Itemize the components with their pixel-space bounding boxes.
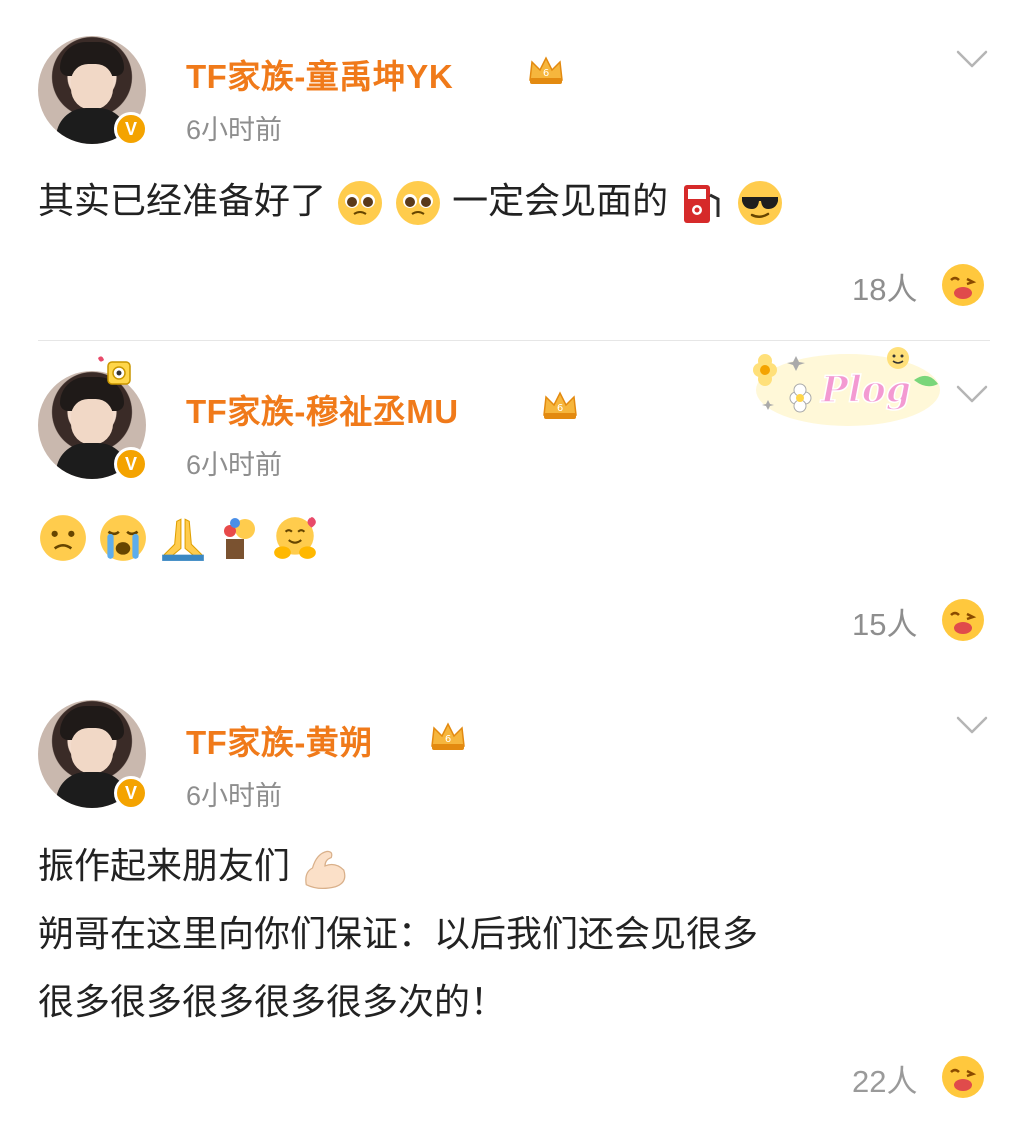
sunglasses-face-emoji-icon — [738, 181, 783, 226]
frowning-face-emoji-icon — [40, 515, 86, 562]
crown-badge-icon: 6 — [543, 391, 577, 419]
like-count: 15人 — [852, 607, 918, 642]
like-emoji-icon[interactable] — [940, 1054, 986, 1100]
comment-text — [38, 505, 320, 567]
comment-item: V TF家族-童禹坤YK 6 6小时前 其实已经准备好了 一定会见面的 18人 — [0, 0, 1024, 340]
chevron-down-icon[interactable] — [956, 716, 988, 736]
crown-badge-icon: 6 — [529, 56, 563, 84]
pleading-face-emoji-icon — [396, 181, 441, 226]
plog-sticker-icon: Plog — [753, 347, 940, 426]
comment-text: 其实已经准备好了 一定会见面的 — [38, 170, 784, 232]
balloon-emoji-icon — [224, 518, 256, 560]
sticker-text: Plog — [820, 369, 911, 411]
comment-line: 一定会见面的 — [452, 180, 669, 221]
timestamp: 6小时前 — [186, 450, 283, 480]
chevron-down-icon[interactable] — [956, 50, 988, 70]
avatar-accessory-icon — [98, 356, 131, 385]
comment-line: 很多很多很多很多很多次的！ — [38, 981, 507, 1022]
like-emoji-icon[interactable] — [940, 597, 986, 643]
username[interactable]: TF家族-穆祉丞MU — [186, 385, 459, 433]
folded-hands-emoji-icon — [162, 518, 204, 562]
comment-line: 振作起来朋友们 — [38, 845, 291, 886]
hugging-face-emoji-icon — [274, 517, 316, 560]
svg-text:6: 6 — [557, 403, 563, 414]
like-count: 18人 — [852, 272, 918, 307]
comment-line: 朔哥在这里向你们保证：以后我们还会见很多 — [38, 913, 759, 954]
flexed-biceps-emoji-icon — [305, 851, 346, 890]
username[interactable]: TF家族-童禹坤YK — [186, 50, 453, 98]
chevron-down-icon[interactable] — [956, 385, 988, 405]
username[interactable]: TF家族-黄朔 — [186, 716, 373, 764]
fuel-pump-emoji-icon — [684, 185, 720, 224]
crying-face-emoji-icon — [100, 515, 146, 562]
comment-item: V TF家族-黄朔 6 6小时前 振作起来朋友们 朔哥在这里向你们保证：以后我们… — [0, 682, 1024, 1122]
crown-badge-icon: 6 — [431, 722, 465, 750]
verified-badge-icon: V — [114, 112, 148, 146]
timestamp: 6小时前 — [186, 115, 283, 145]
like-emoji-icon[interactable] — [940, 262, 986, 308]
svg-text:6: 6 — [543, 68, 549, 79]
comment-text: 振作起来朋友们 朔哥在这里向你们保证：以后我们还会见很多 很多很多很多很多很多次… — [38, 832, 758, 1036]
comment-line: 其实已经准备好了 — [38, 180, 327, 221]
like-count: 22人 — [852, 1064, 918, 1099]
verified-badge-icon: V — [114, 776, 148, 810]
pleading-face-emoji-icon — [338, 181, 383, 226]
timestamp: 6小时前 — [186, 781, 283, 811]
verified-badge-icon: V — [114, 447, 148, 481]
svg-text:6: 6 — [445, 734, 451, 745]
